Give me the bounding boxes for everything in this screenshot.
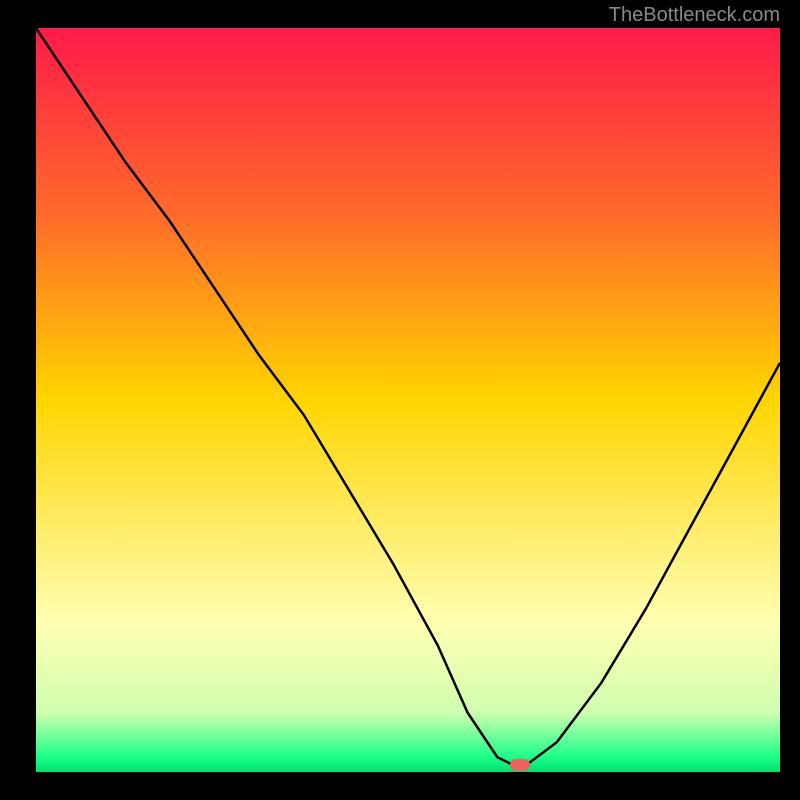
optimal-point-marker: [510, 759, 530, 771]
gradient-background: [36, 28, 780, 772]
plot-area: [36, 28, 780, 772]
chart-svg: [36, 28, 780, 772]
watermark-text: TheBottleneck.com: [609, 4, 780, 27]
